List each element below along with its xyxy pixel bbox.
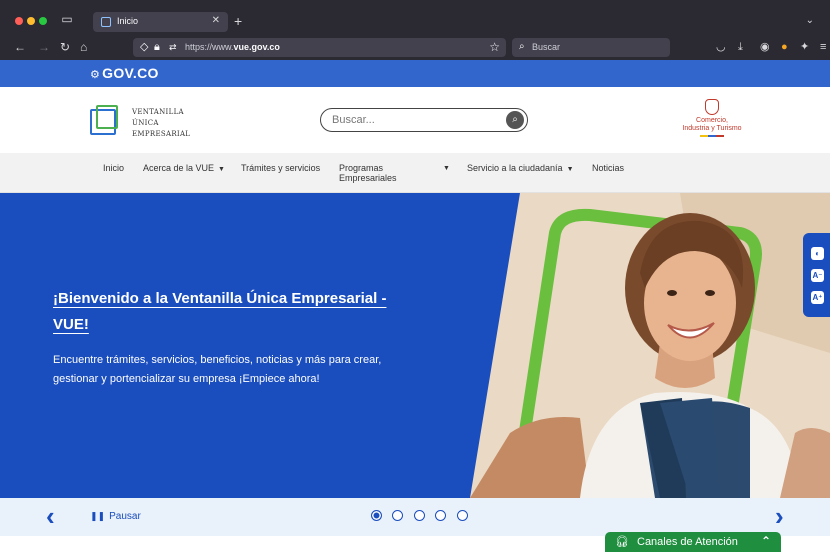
forward-icon[interactable]: → xyxy=(38,40,50,54)
hero-title[interactable]: ¡Bienvenido a la Ventanilla Única Empres… xyxy=(53,286,413,338)
canales-atencion-button[interactable]: 🎧︎ Canales de Atención ⌃ xyxy=(605,532,781,552)
lock-icon[interactable]: 🔒︎ xyxy=(154,40,160,55)
carousel-dot-5[interactable] xyxy=(457,510,468,521)
site-header: VENTANILLA ÚNICA EMPRESARIAL Buscar... ⌕… xyxy=(0,87,830,153)
new-tab-button[interactable]: + xyxy=(234,14,242,28)
menu-item-programas[interactable]: Programas Empresariales ▼ xyxy=(339,163,459,183)
downloads-icon[interactable]: ⤓ xyxy=(738,40,743,54)
ministry-logo[interactable]: Comercio, Industria y Turismo xyxy=(676,99,748,143)
hero-description: Encuentre trámites, servicios, beneficio… xyxy=(53,354,382,385)
chevron-down-icon: ▼ xyxy=(566,166,574,173)
pocket-icon[interactable]: ◡ xyxy=(716,40,726,54)
bookmark-star-icon[interactable]: ☆ xyxy=(489,40,500,55)
menu-item-inicio[interactable]: Inicio xyxy=(103,163,124,173)
chevron-down-icon: ▼ xyxy=(218,166,225,173)
back-icon[interactable]: ← xyxy=(14,40,26,54)
increase-font-icon[interactable]: A⁺ xyxy=(811,291,824,304)
carousel-dot-3[interactable] xyxy=(414,510,425,521)
app-menu-icon[interactable]: ≡ xyxy=(820,40,826,54)
browser-nav-bar: ← → ↻ ⌂ ◇ 🔒︎ ⇄ https://www.vue.gov.co ☆ … xyxy=(0,34,830,60)
browser-search-bar[interactable]: ⌕ Buscar xyxy=(512,38,670,57)
tab-close-icon[interactable]: ✕ xyxy=(212,15,220,26)
permissions-icon[interactable]: ⇄ xyxy=(169,40,177,55)
account-icon[interactable]: ◉ xyxy=(760,40,770,54)
carousel-dot-4[interactable] xyxy=(435,510,446,521)
close-window-button[interactable] xyxy=(15,17,23,25)
chevron-up-icon: ⌃ xyxy=(760,534,771,548)
vue-logo[interactable]: VENTANILLA ÚNICA EMPRESARIAL xyxy=(90,105,190,145)
tab-overview-icon[interactable]: ▭ xyxy=(60,12,74,26)
extension-icon[interactable]: ● xyxy=(781,40,788,54)
extensions-puzzle-icon[interactable]: ✦ xyxy=(800,40,809,54)
carousel-pause-button[interactable]: ❚❚ Pausar xyxy=(90,511,141,522)
vue-logo-line-3: EMPRESARIAL xyxy=(132,130,191,138)
minimize-window-button[interactable] xyxy=(27,17,35,25)
main-menu: Inicio Acerca de la VUE ▼ Trámites y serv… xyxy=(0,153,830,193)
menu-item-acerca[interactable]: Acerca de la VUE ▼ xyxy=(143,163,225,175)
menu-item-tramites[interactable]: Trámites y servicios xyxy=(241,163,320,173)
headset-icon: 🎧︎ xyxy=(615,536,629,548)
browser-tab-bar: ▭ Inicio ✕ + ⌄ xyxy=(0,0,830,34)
chevron-down-icon: ▼ xyxy=(443,165,450,172)
ministry-name-line-1: Comercio, xyxy=(696,117,728,124)
gov-co-emblem-icon: ⚙ xyxy=(90,69,101,81)
site-search-input[interactable]: Buscar... ⌕ xyxy=(320,108,528,132)
vue-logo-line-2: ÚNICA xyxy=(132,119,159,127)
browser-search-placeholder: Buscar xyxy=(532,42,561,52)
site-search-placeholder: Buscar... xyxy=(332,114,375,126)
carousel-next-icon[interactable]: › xyxy=(775,501,784,531)
gov-co-bar: ⚙ GOV.CO xyxy=(0,60,830,87)
gov-co-logo[interactable]: ⚙ GOV.CO xyxy=(90,65,159,81)
menu-item-noticias[interactable]: Noticias xyxy=(592,163,624,173)
carousel-dot-2[interactable] xyxy=(392,510,403,521)
url-bar[interactable]: ◇ 🔒︎ ⇄ https://www.vue.gov.co ☆ xyxy=(133,38,506,57)
carousel-controls: ‹ ❚❚ Pausar › xyxy=(0,498,830,536)
contrast-icon[interactable]: ◐ xyxy=(811,247,824,260)
hero-banner: ¡Bienvenido a la Ventanilla Única Empres… xyxy=(0,193,830,498)
carousel-prev-icon[interactable]: ‹ xyxy=(46,501,55,531)
menu-item-servicio[interactable]: Servicio a la ciudadanía ▼ xyxy=(467,163,574,175)
search-button[interactable]: ⌕ xyxy=(506,111,524,129)
tab-title: Inicio xyxy=(117,16,139,26)
browser-tab-inicio[interactable]: Inicio ✕ xyxy=(93,12,228,32)
ministry-name-line-2: Industria y Turismo xyxy=(682,125,742,132)
url-text[interactable]: https://www.vue.gov.co xyxy=(185,42,280,52)
maximize-window-button[interactable] xyxy=(39,17,47,25)
reload-icon[interactable]: ↻ xyxy=(60,40,70,54)
search-icon: ⌕ xyxy=(519,41,525,52)
accessibility-toolbar: ◐ A⁻ A⁺ xyxy=(803,233,830,317)
hero-photo-woman xyxy=(470,193,830,498)
list-all-tabs-icon[interactable]: ⌄ xyxy=(806,15,814,26)
home-icon[interactable]: ⌂ xyxy=(80,40,87,54)
coat-of-arms-icon xyxy=(705,99,719,115)
canales-atencion-label: Canales de Atención xyxy=(637,536,738,548)
vue-logo-line-1: VENTANILLA xyxy=(132,108,184,116)
tab-favicon-icon xyxy=(101,17,111,27)
carousel-dot-1[interactable] xyxy=(371,510,382,521)
decrease-font-icon[interactable]: A⁻ xyxy=(811,269,824,282)
shield-icon[interactable]: ◇ xyxy=(140,40,148,55)
pause-icon: ❚❚ xyxy=(90,511,106,521)
